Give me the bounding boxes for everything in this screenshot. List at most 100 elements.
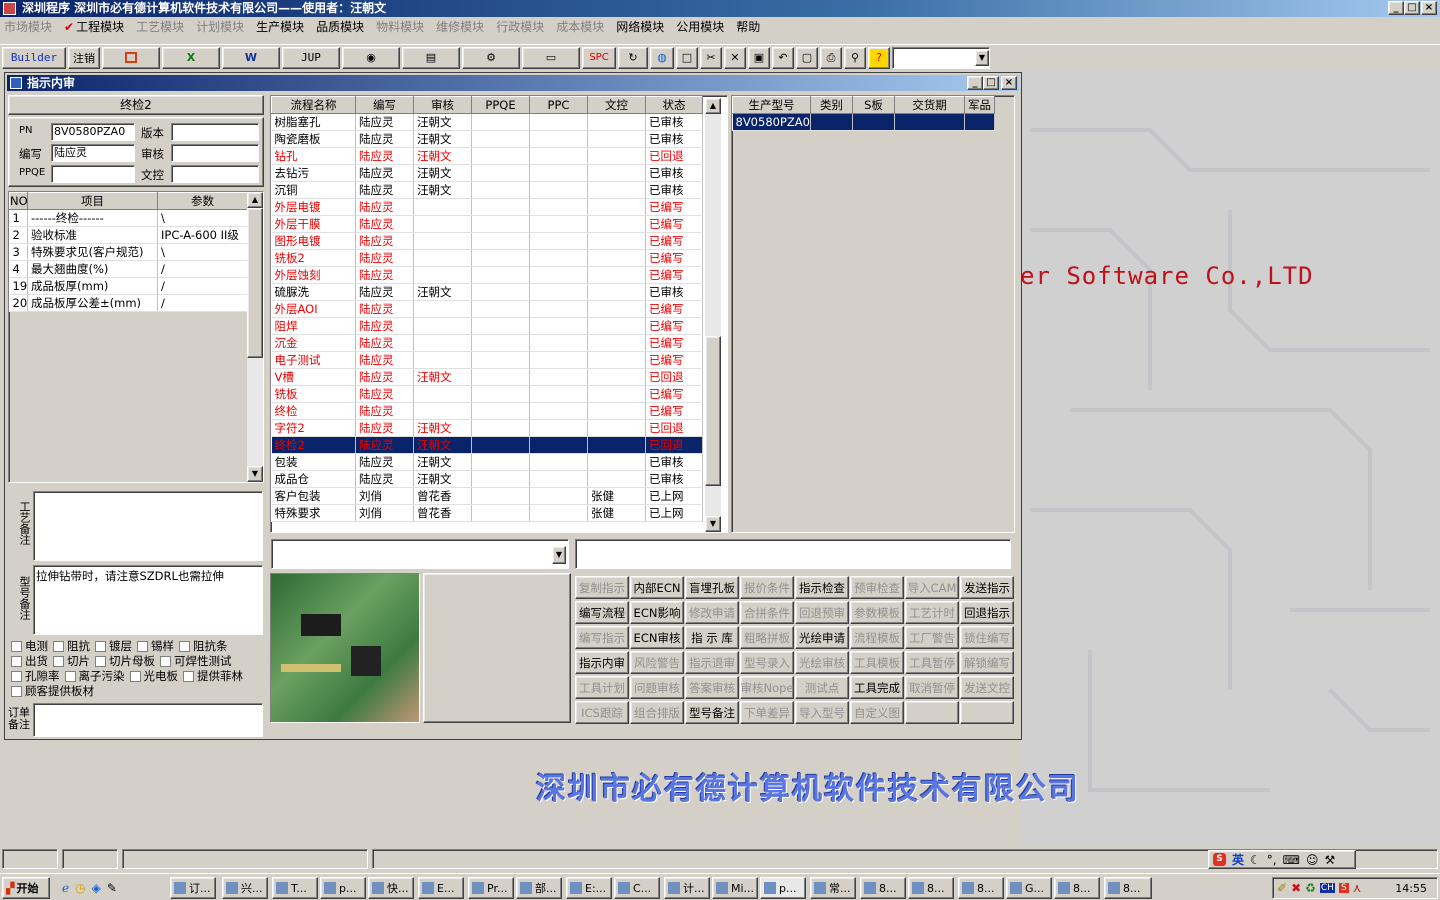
flow-row[interactable]: 电子测试 陆应灵 已编写 (271, 351, 703, 369)
taskbar-item[interactable]: p... (760, 877, 806, 899)
taskbar-item[interactable]: 8... (908, 877, 954, 899)
excel-icon[interactable]: X (162, 46, 220, 69)
action-button[interactable]: 审核Nope (740, 676, 794, 699)
flow-row[interactable]: 外层蚀刻 陆应灵 已编写 (271, 266, 703, 284)
flow-row[interactable]: 图形电镀 陆应灵 已编写 (271, 232, 703, 250)
model-column-header[interactable]: 类别 (810, 96, 853, 114)
checkbox-option[interactable]: 光电板 (129, 669, 178, 684)
flow-row[interactable]: 包装 陆应灵 汪朝文 已审核 (271, 453, 703, 471)
taskbar-item[interactable]: 兴... (222, 877, 268, 899)
checkbox[interactable] (179, 641, 190, 652)
action-button[interactable]: 工具暂停 (905, 651, 959, 674)
taskbar-item[interactable]: 8... (860, 877, 906, 899)
checkbox[interactable] (183, 671, 194, 682)
spc-button[interactable]: SPC (582, 46, 616, 69)
action-button[interactable]: 复制指示 (575, 576, 629, 599)
menu-item[interactable]: 成本模块 (556, 18, 604, 35)
checkbox[interactable] (11, 686, 22, 697)
keyboard-icon[interactable]: ⌨ (1283, 853, 1300, 867)
flow-column-header[interactable]: 审核 (413, 96, 472, 114)
undo-icon[interactable]: ↶ (772, 46, 794, 69)
checkbox[interactable] (95, 641, 106, 652)
params-scrollbar[interactable]: ▲ ▼ (247, 192, 263, 482)
action-button[interactable]: 回退预审 (795, 601, 849, 624)
checkbox-option[interactable]: 离子污染 (64, 669, 125, 684)
params-row[interactable]: 3 特殊要求见(客户规范) \ (9, 243, 248, 261)
order-notes[interactable] (33, 703, 263, 737)
eye-icon[interactable]: ◉ (342, 46, 400, 69)
flow-row[interactable]: 外层AOI 陆应灵 已编写 (271, 300, 703, 318)
logout-button[interactable]: 注销 (68, 46, 100, 69)
params-row[interactable]: 2 验收标准 IPC-A-600 II级 (9, 226, 248, 244)
flow-row[interactable]: 外层干膜 陆应灵 已编写 (271, 215, 703, 233)
preview-icon[interactable]: ▢ (796, 46, 818, 69)
moon-icon[interactable]: ☾ (1250, 853, 1261, 867)
flow-row[interactable]: 阻焊 陆应灵 已编写 (271, 317, 703, 335)
gears-icon[interactable]: ⚙ (462, 46, 520, 69)
menu-item[interactable]: 公用模块 (676, 18, 724, 35)
checkbox-option[interactable]: 顾客提供板材 (11, 684, 94, 699)
model-column-header[interactable]: 生产型号 (732, 96, 811, 114)
action-button[interactable] (960, 701, 1014, 724)
checkbox[interactable] (53, 656, 64, 667)
find-icon[interactable]: ⚲ (844, 46, 866, 69)
params-grid[interactable]: NO 项目 参数 1 ------终检------ \ 2 验收标准 IPC-A-600 II级… (8, 191, 264, 483)
sogou-tray-icon[interactable]: S (1338, 883, 1349, 893)
action-button[interactable]: 粗略拼板 (740, 626, 794, 649)
menu-item[interactable]: 维修模块 (436, 18, 484, 35)
review-field[interactable] (171, 144, 259, 162)
taskbar-item[interactable]: 常... (810, 877, 856, 899)
action-button[interactable]: 工具模板 (850, 651, 904, 674)
action-button[interactable]: 流程模板 (850, 626, 904, 649)
taskbar-item[interactable]: E:... (566, 877, 612, 899)
params-row[interactable]: 1 ------终检------ \ (9, 209, 248, 227)
action-button[interactable]: ECN影响 (630, 601, 684, 624)
model-column-header[interactable]: 交货期 (894, 96, 965, 114)
model-column-header[interactable]: 军品 (964, 96, 995, 114)
menu-item[interactable]: 市场模块 (4, 18, 52, 35)
taskbar-item[interactable]: G... (1006, 877, 1052, 899)
action-button[interactable]: 光绘申请 (795, 626, 849, 649)
params-column-header[interactable]: NO (9, 192, 28, 210)
checkbox[interactable] (64, 671, 76, 682)
action-button[interactable]: 工具计划 (575, 676, 629, 699)
remark-input[interactable] (575, 539, 1011, 569)
taskbar-item[interactable]: C... (614, 877, 660, 899)
flow-row[interactable]: 硫脲洗 陆应灵 汪朝文 已审核 (271, 283, 703, 301)
action-button[interactable]: 预审检查 (850, 576, 904, 599)
checkbox-option[interactable]: 切片母板 (95, 654, 155, 669)
flow-row[interactable]: 去钻污 陆应灵 汪朝文 已审核 (271, 164, 703, 182)
checkbox-option[interactable]: 孔隙率 (11, 669, 60, 684)
model-notes[interactable]: 拉伸钻带时，请注意SZDRL也需拉伸 (33, 565, 263, 635)
taskbar-item[interactable]: Pr... (468, 877, 514, 899)
globe-icon[interactable]: ◍ (650, 46, 674, 69)
lang-indicator[interactable]: CH (1319, 883, 1335, 893)
taskbar-item[interactable]: Mi... (712, 877, 758, 899)
network-icon[interactable]: ◈ (92, 881, 101, 895)
child-maximize-button[interactable]: □ (983, 76, 999, 90)
action-button[interactable]: 发送指示 (960, 576, 1014, 599)
action-button[interactable]: 取消暂停 (905, 676, 959, 699)
checkbox[interactable] (137, 641, 148, 652)
action-button[interactable] (905, 701, 959, 724)
action-button[interactable]: 解锁编写 (960, 651, 1014, 674)
action-button[interactable]: 发送文控 (960, 676, 1014, 699)
checkbox-option[interactable]: 镀层 (95, 639, 132, 654)
flow-combo[interactable]: ▼ (271, 539, 569, 569)
flow-scroll-up-icon[interactable]: ▲ (705, 98, 721, 114)
refresh-icon[interactable]: ↻ (618, 46, 648, 69)
action-button[interactable]: 锁住编写 (960, 626, 1014, 649)
flow-row[interactable]: 沉铜 陆应灵 汪朝文 已审核 (271, 181, 703, 199)
flow-scroll-thumb[interactable] (705, 336, 721, 486)
checkbox-option[interactable]: 阻抗条 (179, 639, 228, 654)
taskbar-item[interactable]: p... (320, 877, 366, 899)
jup-button[interactable]: JUP (282, 46, 340, 69)
taskbar-item[interactable]: 快... (368, 877, 414, 899)
punct-icon[interactable]: °, (1267, 853, 1277, 867)
model-column-header[interactable]: S板 (852, 96, 895, 114)
doc-field[interactable] (171, 165, 259, 183)
builder-button[interactable]: Builder (2, 46, 66, 69)
checkbox[interactable] (160, 656, 171, 667)
checkbox-option[interactable]: 电测 (11, 639, 48, 654)
flow-column-header[interactable]: 流程名称 (271, 96, 356, 114)
